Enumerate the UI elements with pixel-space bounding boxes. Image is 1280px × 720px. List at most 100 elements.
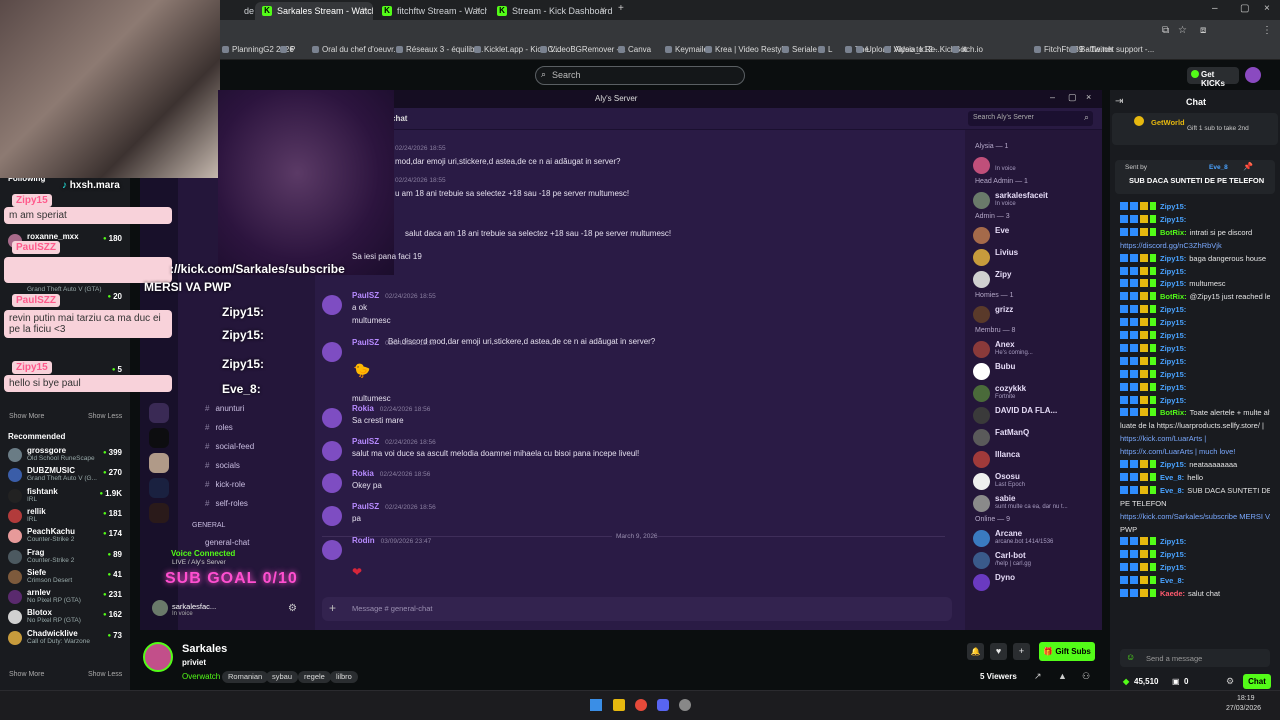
show-more-link[interactable]: Show More <box>9 413 44 420</box>
stream-tag[interactable]: Romanian <box>222 671 269 683</box>
bookmark-item[interactable]: Réseaux 3 - équilibr... <box>396 45 483 54</box>
message-author[interactable]: PaulSZ 02/24/2026 18:56 <box>352 338 436 347</box>
channel-socials[interactable]: # socials <box>205 461 240 470</box>
star-icon[interactable]: ☆ <box>1178 25 1187 36</box>
chat-username[interactable]: BotRix: <box>1160 292 1187 301</box>
close-tab-icon[interactable]: × <box>600 5 606 16</box>
server-icon[interactable] <box>149 478 169 498</box>
chat-username[interactable]: Zipy15: <box>1160 202 1186 211</box>
chat-message[interactable]: Zipy15: neataaaaaaaa <box>1120 460 1270 469</box>
member-item[interactable]: Illanca <box>973 450 1095 470</box>
chat-message[interactable]: Zipy15: <box>1120 550 1270 559</box>
chat-message[interactable]: https://kick.com/LuarArts | <box>1120 434 1270 443</box>
stream-tag[interactable]: sybau <box>266 671 299 683</box>
server-icon[interactable] <box>149 428 169 448</box>
clip-icon[interactable]: ▲ <box>1058 671 1067 681</box>
pin-icon[interactable]: 📌 <box>1243 162 1253 171</box>
pinned-gift-banner[interactable]: GetWorld Gift 1 sub to take 2nd <box>1112 113 1278 145</box>
message-author[interactable]: Rokia 02/24/2026 18:56 <box>352 469 430 478</box>
obs-icon[interactable] <box>679 699 691 711</box>
bookmark-item[interactable]: L <box>818 45 832 54</box>
discord-icon[interactable] <box>657 699 669 711</box>
chat-username[interactable]: Zipy15: <box>1160 318 1186 327</box>
member-item[interactable]: Arcane arcane.bot 1414/1536 <box>973 529 1095 549</box>
chat-message[interactable]: luate de la https://luarproducts.sellfy.… <box>1120 421 1270 430</box>
gift-subs-button[interactable]: 🎁 Gift Subs <box>1039 642 1095 661</box>
collapse-chat-icon[interactable]: ⇥ <box>1115 96 1123 107</box>
channel-social-feed[interactable]: # social-feed <box>205 442 254 451</box>
sidebar-channel[interactable]: DUBZMUSICGrand Theft Auto V (G... 270 <box>8 466 124 484</box>
windows-start-icon[interactable] <box>590 699 602 711</box>
bookmark-item[interactable]: itch.io <box>952 45 983 54</box>
chat-message[interactable]: https://kick.com/Sarkales/subscribe MERS… <box>1120 512 1270 521</box>
chat-message[interactable]: PE TELEFON <box>1120 499 1270 508</box>
bookmark-item[interactable]: Seriale <box>782 45 817 54</box>
message-input[interactable]: + Message # general-chat <box>322 597 952 621</box>
chat-message[interactable]: Zipy15: <box>1120 331 1270 340</box>
sidebar-channel[interactable]: SiefeCrimson Desert 41 <box>8 568 124 586</box>
close-tab-icon[interactable]: × <box>361 5 367 16</box>
sidebar-channel[interactable]: arnlevNo Pixel RP (GTA) 231 <box>8 588 124 606</box>
emote-icon[interactable]: ☺ <box>1126 652 1135 662</box>
pinned-message[interactable]: Sent by Eve_8 SUB DACA SUNTETI DE PE TEL… <box>1115 160 1275 194</box>
member-item[interactable]: DAVID DA FLA... <box>973 406 1095 426</box>
search-input[interactable]: ⌕ Search <box>535 66 745 85</box>
minimize-icon[interactable]: – <box>1050 92 1055 102</box>
bookmark-item[interactable]: Canva <box>618 45 651 54</box>
close-tab-icon[interactable]: × <box>475 5 481 16</box>
member-item[interactable]: Ososu Last Epoch <box>973 472 1095 492</box>
chat-username[interactable]: Zipy15: <box>1160 563 1186 572</box>
message-author[interactable]: Rodin 03/09/2026 23:47 <box>352 536 431 545</box>
sidebar-channel[interactable]: FragCounter-Strike 2 89 <box>8 548 124 566</box>
profile-icon[interactable]: ⚇ <box>1082 671 1090 682</box>
chat-message[interactable]: Zipy15: <box>1120 266 1270 276</box>
chat-message[interactable]: Zipy15: <box>1120 202 1270 211</box>
chat-message[interactable]: BotRix: intrati si pe discord <box>1120 227 1270 237</box>
browser-tab-active[interactable]: K Sarkales Stream - Watch Live o× <box>255 2 373 20</box>
chat-username[interactable]: Kaede: <box>1160 589 1185 598</box>
show-less-link[interactable]: Show Less <box>88 413 122 420</box>
chat-username[interactable]: Zipy15: <box>1160 254 1186 263</box>
bookmark-item[interactable]: Krea | Video Restyle <box>705 45 788 54</box>
member-item[interactable]: cozykkk Fortnite <box>973 384 1095 404</box>
close-icon[interactable]: × <box>1086 92 1091 102</box>
channel-roles[interactable]: # roles <box>205 423 233 432</box>
more-icon[interactable]: + <box>1013 643 1030 660</box>
member-item[interactable]: Dyno <box>973 573 1095 593</box>
extensions-icon[interactable]: ⧈ <box>1200 25 1206 36</box>
chat-username[interactable]: Zipy15: <box>1160 396 1186 405</box>
chat-message[interactable]: Zipy15: <box>1120 563 1270 572</box>
chat-message[interactable]: Eve_8: SUB DACA SUNTETI DE <box>1120 485 1270 495</box>
member-item[interactable]: Anex He's coming... <box>973 340 1095 360</box>
chat-username[interactable]: Zipy15: <box>1160 460 1186 469</box>
sidebar-channel[interactable]: PeachKachuCounter-Strike 2 174 <box>8 527 124 545</box>
chat-message[interactable]: Zipy15: <box>1120 537 1270 546</box>
follow-heart-icon[interactable]: ♥ <box>990 643 1007 660</box>
avatar[interactable] <box>143 642 173 672</box>
server-icon[interactable] <box>149 403 169 423</box>
chat-username[interactable]: BotRix: <box>1160 228 1187 237</box>
new-tab-icon[interactable]: + <box>618 3 624 14</box>
get-kicks-button[interactable]: Get KICKs <box>1187 67 1239 88</box>
chat-username[interactable]: Zipy15: <box>1160 267 1186 276</box>
bookmark-item[interactable]: Battle.net support -... <box>1070 45 1154 54</box>
chat-message[interactable]: Eve_8: hello <box>1120 472 1270 482</box>
chat-message[interactable]: Eve_8: <box>1120 576 1270 585</box>
chat-message[interactable]: Zipy15: baga dangerous house <box>1120 253 1270 263</box>
sidebar-channel[interactable]: ChadwickliveCall of Duty: Warzone 73 <box>8 629 124 647</box>
chat-message[interactable]: Kaede: salut chat <box>1120 589 1270 598</box>
member-item[interactable]: sabie sunt multe ca ea, dar nu t... <box>973 494 1095 514</box>
chat-message[interactable]: Zipy15: multumesc <box>1120 279 1270 288</box>
sidebar-channel[interactable]: grossgoreOld School RuneScape 399 <box>8 446 124 464</box>
chat-message[interactable]: Zipy15: <box>1120 369 1270 379</box>
notifications-bell-icon[interactable]: 🔔 <box>967 643 984 660</box>
message-author[interactable]: PaulSZ 02/24/2026 18:56 <box>352 437 436 446</box>
settings-gear-icon[interactable]: ⚙ <box>288 603 297 614</box>
member-item[interactable]: Carl-bot/help | carl.gg <box>973 551 1095 571</box>
browser-tab[interactable]: de fa <box>222 2 254 20</box>
server-icon[interactable] <box>149 503 169 523</box>
member-item[interactable]: FatManQ <box>973 428 1095 448</box>
chat-username[interactable]: Zipy15: <box>1160 357 1186 366</box>
message-author[interactable]: PaulSZ 02/24/2026 18:56 <box>352 502 436 511</box>
category-general[interactable]: GENERAL <box>192 522 225 529</box>
